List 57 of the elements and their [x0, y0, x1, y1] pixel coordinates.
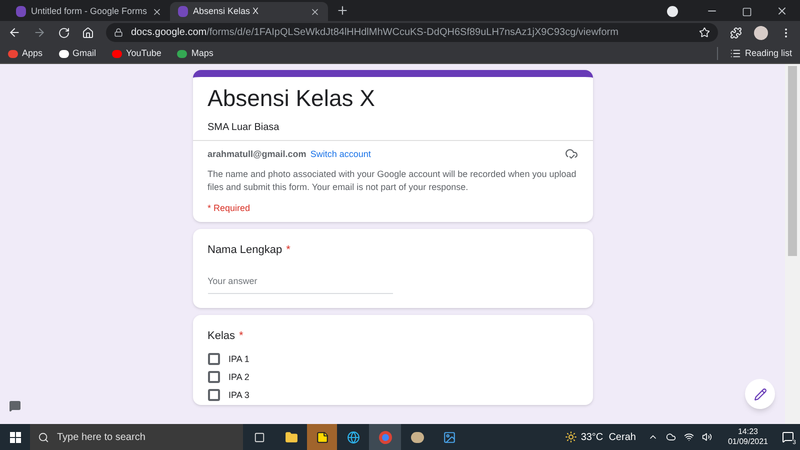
form-title: Absensi Kelas X	[208, 84, 376, 113]
bookmark[interactable]: YouTube	[112, 46, 162, 60]
cloud-icon[interactable]	[666, 432, 676, 442]
privacy-notice: The name and photo associated with your Google account will be recorded when you upload files and submit this form. Your email is not part of your response.	[208, 168, 578, 194]
question-title: Nama Lengkap	[208, 243, 282, 257]
account-email: arahmatull@gmail.com	[208, 148, 306, 160]
weather-text[interactable]: 33°C Cerah	[580, 430, 636, 444]
browser-tab[interactable]: Absensi Kelas X	[170, 2, 328, 21]
checkbox[interactable]	[208, 352, 220, 364]
tab-title: Absensi Kelas X	[193, 4, 260, 18]
avatar-icon[interactable]	[754, 26, 768, 40]
scrollbar[interactable]	[785, 64, 800, 424]
star-icon[interactable]	[699, 27, 710, 38]
search-icon	[38, 432, 49, 442]
option-label: IPA 2	[228, 370, 250, 382]
reading-list-button[interactable]: Reading list	[716, 46, 792, 60]
close-icon[interactable]	[310, 6, 320, 16]
cloud-icon	[564, 147, 578, 160]
maximize-icon[interactable]	[742, 7, 752, 17]
pencil-icon	[754, 388, 766, 400]
browser-tab[interactable]: Untitled form - Google Forms	[8, 2, 166, 21]
close-icon[interactable]	[776, 5, 788, 17]
forms-icon	[16, 6, 26, 17]
back-icon[interactable]	[8, 26, 21, 39]
checkbox[interactable]	[208, 370, 220, 382]
url-text: docs.google.com/forms/d/e/1FAIpQLSeWkdJt84lHHdlMhWCcuKS-DdQH6Sf89uLH7nsAz1jX9C93cg/viewform	[131, 26, 620, 40]
weather-icon	[564, 431, 577, 443]
required-mark: *	[239, 328, 244, 342]
reload-icon[interactable]	[58, 26, 70, 38]
question-title: Kelas	[208, 328, 236, 342]
option-label: IPA 1	[228, 352, 250, 364]
wifi-icon[interactable]	[684, 432, 694, 442]
forward-icon[interactable]	[33, 26, 46, 39]
address-bar[interactable]: docs.google.com/forms/d/e/1FAIpQLSeWkdJt84lHHdlMhWCcuKS-DdQH6Sf89uLH7nsAz1jX9C93cg/viewform	[106, 23, 718, 42]
close-icon[interactable]	[152, 6, 162, 16]
answer-field[interactable]: Your answer	[208, 275, 392, 294]
switch-account-link[interactable]: Switch account	[310, 148, 371, 160]
required-note: * Required	[208, 202, 252, 214]
lock-icon	[114, 28, 123, 37]
forms-icon	[178, 6, 188, 17]
speaker-icon[interactable]	[702, 432, 712, 442]
puzzle-icon[interactable]	[730, 26, 742, 38]
checkbox[interactable]	[208, 388, 220, 400]
bookmark[interactable]: Gmail	[58, 46, 96, 60]
taskbar-search-field[interactable]: Type here to search	[30, 424, 243, 450]
bookmark[interactable]: Maps	[177, 46, 214, 60]
sticky-note-icon[interactable]	[307, 424, 337, 450]
home-icon[interactable]	[82, 26, 94, 38]
required-mark: *	[286, 243, 290, 257]
new-tab-icon[interactable]	[336, 4, 349, 17]
tab-title: Untitled form - Google Forms	[31, 4, 148, 18]
bookmark[interactable]: Apps	[8, 46, 43, 60]
edit-button[interactable]	[745, 379, 775, 409]
form-description: SMA Luar Biasa	[208, 121, 280, 134]
clock[interactable]: 14:23 01/09/2021	[728, 427, 768, 447]
feedback-icon[interactable]	[9, 400, 21, 412]
option-label: IPA 3	[228, 388, 250, 400]
